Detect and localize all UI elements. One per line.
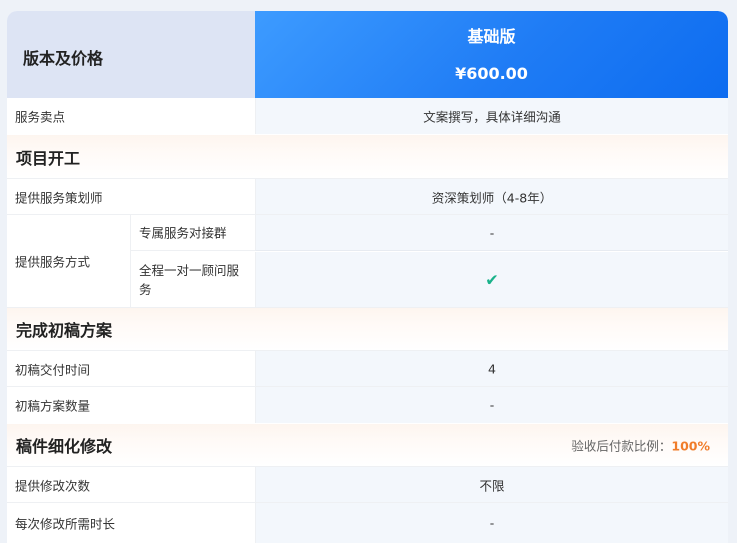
sub-label-cell: 专属服务对接群 bbox=[131, 215, 255, 251]
row-selling-point: 服务卖点 文案撰写，具体详细沟通 bbox=[7, 98, 728, 134]
sub-label-cell: 全程一对一顾问服务 bbox=[131, 252, 255, 307]
check-icon: ✔ bbox=[485, 270, 499, 289]
payment-ratio-note: 验收后付款比例：100% bbox=[571, 436, 710, 455]
plan-name: 基础版 bbox=[467, 27, 516, 46]
merged-label-cell: 提供服务方式 bbox=[7, 215, 131, 307]
row-label: 每次修改所需时长 bbox=[15, 516, 116, 532]
section-first-draft: 完成初稿方案 bbox=[7, 308, 728, 350]
row-value: - bbox=[489, 397, 495, 413]
row-label: 初稿交付时间 bbox=[15, 362, 91, 377]
row-value: - bbox=[489, 225, 495, 240]
sub-value-cell: - bbox=[255, 215, 728, 251]
header-label-cell: 版本及价格 bbox=[7, 11, 255, 98]
row-label: 提供修改次数 bbox=[15, 478, 91, 493]
row-value: 资深策划师（4-8年） bbox=[431, 190, 553, 205]
row-label: 提供服务方式 bbox=[15, 254, 91, 270]
row-label: 提供服务策划师 bbox=[15, 190, 103, 205]
row-value: - bbox=[489, 515, 495, 531]
row-value: 不限 bbox=[479, 478, 505, 493]
row-label: 服务卖点 bbox=[15, 109, 66, 125]
row-service-method: 提供服务方式 专属服务对接群 全程一对一顾问服务 - ✔ bbox=[7, 215, 728, 307]
section-title: 稿件细化修改 bbox=[16, 437, 113, 456]
header-title: 版本及价格 bbox=[23, 49, 104, 68]
plan-price: ¥600.00 bbox=[455, 64, 528, 83]
payment-ratio-value: 100% bbox=[671, 438, 710, 454]
sub-value-cell: ✔ bbox=[255, 252, 728, 307]
sub-row-label: 全程一对一顾问服务 bbox=[139, 262, 240, 297]
section-title: 完成初稿方案 bbox=[16, 321, 113, 340]
row-draft-time: 初稿交付时间 4 bbox=[7, 351, 728, 386]
row-value: 文案撰写，具体详细沟通 bbox=[423, 109, 561, 125]
row-value: 4 bbox=[488, 361, 496, 376]
row-label: 初稿方案数量 bbox=[15, 398, 91, 414]
sub-row-label: 专属服务对接群 bbox=[139, 225, 227, 240]
section-project-start: 项目开工 bbox=[7, 135, 728, 178]
pricing-table: 版本及价格 基础版 ¥600.00 服务卖点 文案撰写，具体详细沟通 项目开工 … bbox=[7, 11, 728, 543]
row-revision-count: 提供修改次数 不限 bbox=[7, 467, 728, 502]
row-revision-time: 每次修改所需时长 - bbox=[7, 503, 728, 543]
row-draft-count: 初稿方案数量 - bbox=[7, 387, 728, 423]
section-title: 项目开工 bbox=[16, 148, 81, 168]
payment-ratio-label: 验收后付款比例： bbox=[571, 438, 672, 454]
section-refinement: 稿件细化修改 验收后付款比例：100% bbox=[7, 424, 728, 466]
row-planner: 提供服务策划师 资深策划师（4-8年） bbox=[7, 179, 728, 214]
plan-header-cell[interactable]: 基础版 ¥600.00 bbox=[255, 11, 728, 98]
